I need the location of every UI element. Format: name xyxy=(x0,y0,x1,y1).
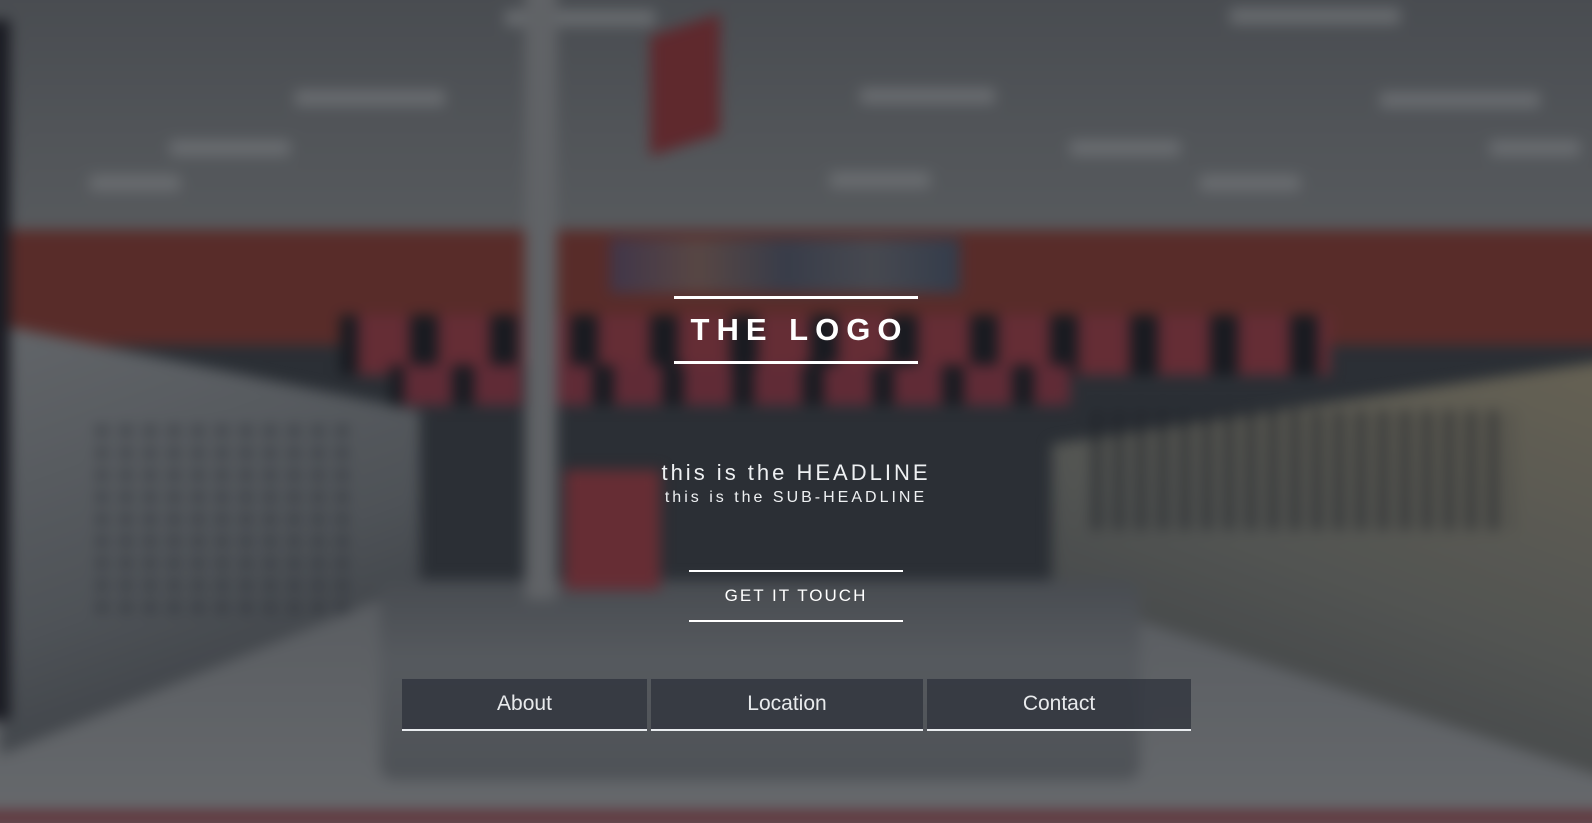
hero-section: THE LOGO this is the HEADLINE this is th… xyxy=(0,0,1592,823)
headline: this is the HEADLINE xyxy=(661,460,931,485)
site-logo[interactable]: THE LOGO xyxy=(674,296,918,364)
hero-content: THE LOGO this is the HEADLINE this is th… xyxy=(0,0,1592,823)
nav-item-location[interactable]: Location xyxy=(651,679,923,731)
get-in-touch-button[interactable]: GET IT TOUCH xyxy=(689,570,903,622)
nav-item-about[interactable]: About xyxy=(402,679,647,731)
main-nav: About Location Contact xyxy=(402,679,1191,731)
nav-item-contact[interactable]: Contact xyxy=(927,679,1191,731)
sub-headline: this is the SUB-HEADLINE xyxy=(664,489,928,506)
